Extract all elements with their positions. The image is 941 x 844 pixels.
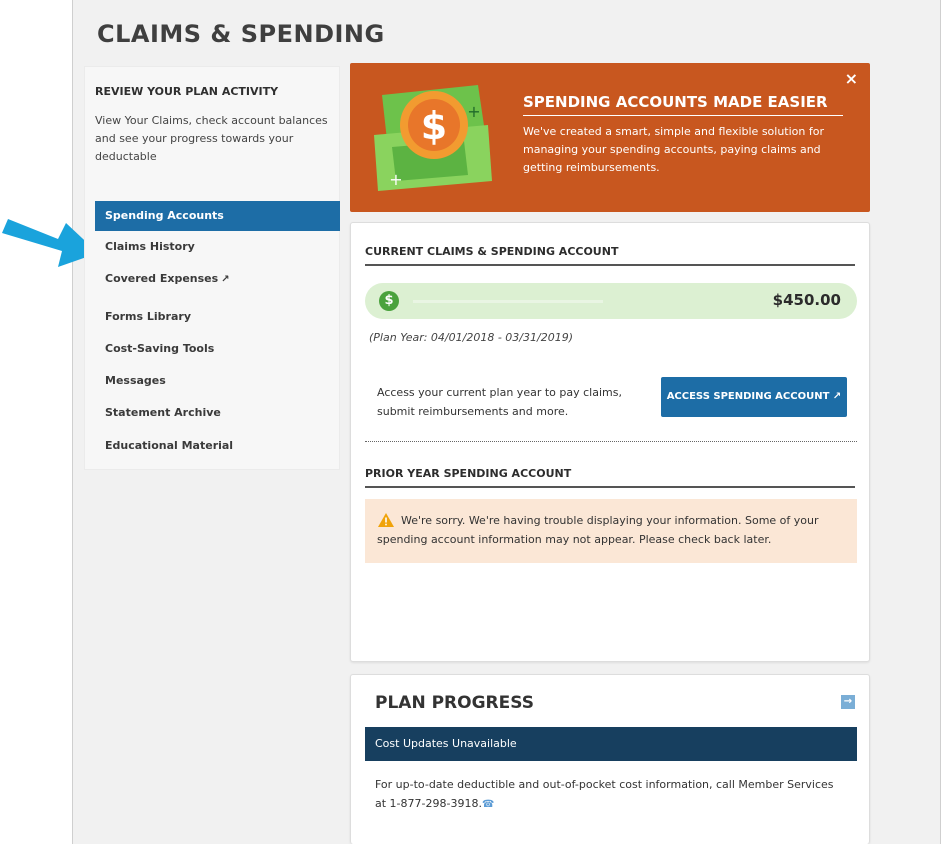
sidebar-item-label: Educational Material — [105, 439, 234, 452]
sidebar-heading: REVIEW YOUR PLAN ACTIVITY — [95, 85, 279, 98]
sidebar-item-spending-accounts[interactable]: Spending Accounts — [95, 201, 340, 231]
warning-message: We're sorry. We're having trouble displa… — [365, 499, 857, 563]
member-services-text: For up-to-date deductible and out-of-poc… — [375, 778, 834, 810]
page-title: CLAIMS & SPENDING — [97, 20, 385, 48]
sidebar-item-label: Messages — [105, 374, 166, 387]
promo-text: We've created a smart, simple and flexib… — [523, 125, 824, 174]
sidebar-item-cost-saving-tools[interactable]: Cost-Saving Tools — [95, 334, 340, 364]
balance-bar: $ $450.00 — [365, 283, 857, 319]
access-button-label: ACCESS SPENDING ACCOUNT — [666, 391, 830, 402]
sidebar-item-statement-archive[interactable]: Statement Archive — [95, 398, 340, 428]
external-link-icon: ↗ — [832, 391, 842, 402]
sidebar-item-forms-library[interactable]: Forms Library — [95, 302, 340, 332]
spending-account-card: CURRENT CLAIMS & SPENDING ACCOUNT $ $450… — [350, 222, 870, 662]
money-coin-icon: $ + + — [374, 85, 492, 191]
sidebar-item-educational-material[interactable]: Educational Material — [95, 431, 340, 461]
sidebar-item-label: Covered Expenses — [105, 272, 219, 285]
access-description: Access your current plan year to pay cla… — [377, 386, 622, 418]
dollar-icon: $ — [379, 291, 399, 311]
external-link-icon: ↗ — [221, 274, 230, 285]
sidebar-item-covered-expenses[interactable]: Covered Expenses ↗ — [95, 264, 340, 294]
promo-title: SPENDING ACCOUNTS MADE EASIER — [523, 93, 843, 116]
prior-account-heading: PRIOR YEAR SPENDING ACCOUNT — [365, 467, 855, 488]
sidebar-item-claims-history[interactable]: Claims History — [95, 232, 340, 262]
sidebar-item-label: Spending Accounts — [105, 209, 224, 222]
cost-updates-banner: Cost Updates Unavailable — [365, 727, 857, 761]
sidebar: REVIEW YOUR PLAN ACTIVITY View Your Clai… — [84, 66, 340, 470]
svg-text:+: + — [389, 170, 402, 189]
plan-progress-card: PLAN PROGRESS → Cost Updates Unavailable… — [350, 674, 870, 844]
plan-progress-title: PLAN PROGRESS — [375, 693, 534, 713]
sidebar-item-label: Statement Archive — [105, 406, 221, 419]
account-name-redacted — [413, 300, 603, 303]
close-icon[interactable]: × — [845, 69, 858, 88]
sidebar-item-label: Cost-Saving Tools — [105, 342, 215, 355]
sidebar-item-messages[interactable]: Messages — [95, 366, 340, 396]
sidebar-item-label: Forms Library — [105, 310, 191, 323]
plan-year: (Plan Year: 04/01/2018 - 03/31/2019) — [369, 331, 573, 344]
promo-banner: $ + + SPENDING ACCOUNTS MADE EASIER We'v… — [350, 63, 870, 212]
phone-icon[interactable]: ☎ — [482, 795, 494, 814]
sidebar-description: View Your Claims, check account balances… — [95, 114, 328, 163]
current-account-heading: CURRENT CLAIMS & SPENDING ACCOUNT — [365, 245, 855, 266]
plan-progress-text: For up-to-date deductible and out-of-poc… — [375, 775, 845, 814]
arrow-right-icon[interactable]: → — [841, 695, 855, 709]
balance-amount: $450.00 — [772, 291, 841, 309]
svg-text:$: $ — [421, 104, 447, 148]
divider — [365, 441, 857, 442]
warning-text: We're sorry. We're having trouble displa… — [377, 514, 819, 546]
sidebar-item-label: Claims History — [105, 240, 195, 253]
access-spending-account-button[interactable]: ACCESS SPENDING ACCOUNT ↗ — [661, 377, 847, 417]
svg-text:+: + — [467, 102, 480, 121]
